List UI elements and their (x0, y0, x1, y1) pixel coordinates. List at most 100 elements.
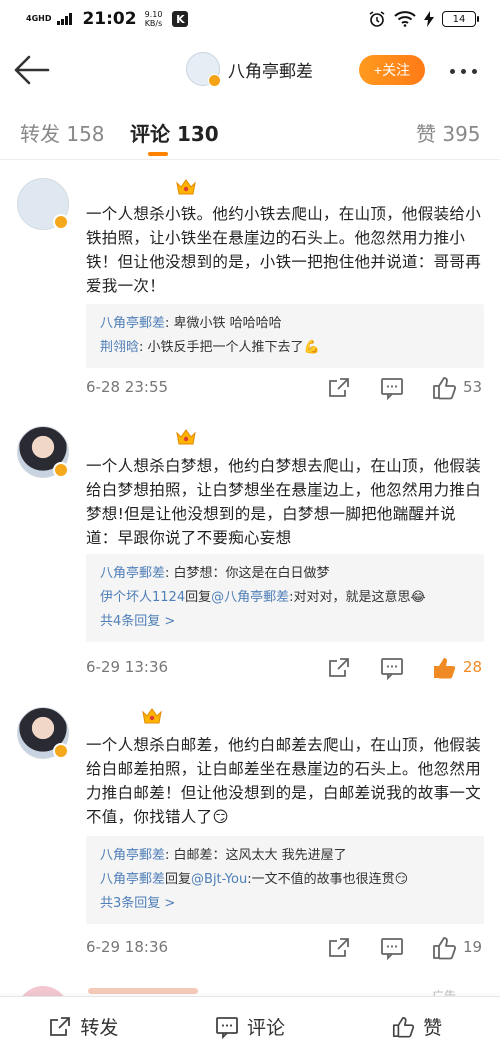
speed-unit: KB/s (144, 19, 163, 28)
nav-avatar[interactable] (186, 52, 221, 87)
comment-text: 一个人想杀白梦想，他约白梦想去爬山，在山顶，他假装给白梦想拍照，让白梦想坐在悬崖… (86, 457, 482, 547)
reply-preview[interactable]: 八角亭郵差: 白邮差：这风太大 我先进屋了 八角亭郵差回复@Bjt-You:一文… (86, 836, 484, 924)
view-replies-link[interactable]: 共4条回复 > (100, 610, 472, 634)
repost-label: 转发 (80, 1017, 119, 1039)
like-button[interactable]: 赞 (333, 997, 500, 1056)
reply-author[interactable]: 八角亭郵差 (100, 316, 165, 331)
reply-text: : 卑微小铁 哈哈哈哈 (165, 316, 282, 331)
wifi-icon (394, 11, 416, 27)
repost-icon (50, 1016, 71, 1036)
nav-bar: 八角亭郵差 +关注 (0, 38, 500, 102)
reply-text: :对对对，就是这意思😂 (289, 590, 426, 605)
tab-comments[interactable]: 评论 130 (130, 118, 219, 147)
like-icon[interactable] (431, 935, 457, 961)
reply-line: 八角亭郵差: 卑微小铁 哈哈哈哈 (100, 312, 472, 336)
bottom-action-bar: 转发 评论 赞 (0, 996, 500, 1056)
tab-bar: 转发 158 评论 130 赞 395 (0, 102, 500, 160)
comment-date: 6-29 18:36 (86, 938, 169, 956)
comment-text: 一个人想杀白邮差，他约白邮差去爬山，在山顶，他假装给白邮差拍照，让白邮差坐在悬崖… (86, 736, 482, 826)
battery-icon: 14 (442, 11, 479, 27)
reply-preview[interactable]: 八角亭郵差: 卑微小铁 哈哈哈哈 荆翎晗: 小铁反手把一个人推下去了💪 (86, 304, 484, 368)
comment-icon[interactable] (380, 936, 404, 960)
vip-crown-icon (176, 429, 196, 445)
network-type: 4GHD (26, 14, 52, 23)
reply-preview[interactable]: 八角亭郵差: 白梦想：你这是在白日做梦 伊个坏人1124回复@八角亭郵差:对对对… (86, 554, 484, 642)
reply-mention[interactable]: @Bjt-You (191, 872, 247, 887)
nav-user[interactable]: 八角亭郵差 (186, 52, 313, 87)
tab-likes-count: 395 (442, 122, 481, 146)
repost-button[interactable]: 转发 (0, 997, 167, 1056)
reply-mention[interactable]: @八角亭郵差 (211, 590, 289, 605)
status-bar: 4GHD 21:02 9.10 KB/s K 14 (0, 0, 500, 38)
comment-icon (216, 1016, 238, 1039)
network-speed: 9.10 KB/s (145, 10, 163, 28)
comment-meta: 6-29 13:36 28 (86, 656, 496, 682)
comment-label: 评论 (247, 1017, 286, 1039)
verified-icon (53, 214, 69, 230)
active-tab-indicator (148, 152, 168, 156)
reply-text: : 小铁反手把一个人推下去了💪 (139, 340, 320, 355)
reply-author[interactable]: 荆翎晗 (100, 340, 139, 355)
comment-icon[interactable] (380, 376, 404, 400)
comment-text: 一个人想杀小铁。他约小铁去爬山，在山顶，他假装给小铁拍照，让小铁坐在悬崖边的石头… (86, 205, 482, 295)
reply-text: 回复 (165, 872, 192, 887)
tab-repost[interactable]: 转发 158 (20, 118, 105, 147)
tab-likes[interactable]: 赞 395 (416, 118, 481, 147)
share-icon[interactable] (327, 936, 351, 960)
like-count: 28 (463, 658, 483, 676)
comment-meta: 6-28 23:55 53 (86, 376, 496, 402)
reply-line: 八角亭郵差回复@Bjt-You:一文不值的故事也很连贯😏 (100, 868, 472, 892)
reply-author[interactable]: 八角亭郵差 (100, 848, 165, 863)
signal-icon (57, 13, 73, 25)
tab-repost-count: 158 (66, 122, 105, 146)
follow-button[interactable]: +关注 (359, 55, 425, 85)
tab-comments-count: 130 (176, 122, 219, 146)
reply-author[interactable]: 伊个坏人1124 (100, 590, 185, 605)
comment-date: 6-29 13:36 (86, 658, 169, 676)
reply-text: : 白梦想：你这是在白日做梦 (165, 566, 330, 581)
speed-value: 9.10 (144, 10, 163, 19)
reply-text: 回复 (185, 590, 212, 605)
nav-username[interactable]: 八角亭郵差 (228, 57, 313, 82)
comment-meta: 6-29 18:36 19 (86, 936, 496, 962)
battery-level: 14 (452, 13, 466, 25)
commenter-avatar[interactable] (17, 707, 69, 759)
tab-repost-label: 转发 (20, 122, 60, 146)
commenter-name-blurred (88, 988, 198, 994)
vip-crown-icon (176, 179, 196, 195)
reply-line: 荆翎晗: 小铁反手把一个人推下去了💪 (100, 336, 472, 360)
verified-icon (53, 462, 69, 478)
reply-line: 八角亭郵差: 白梦想：你这是在白日做梦 (100, 562, 472, 586)
alarm-icon (369, 11, 385, 27)
share-icon[interactable] (327, 656, 351, 680)
tab-comments-label: 评论 (130, 122, 170, 146)
more-icon[interactable] (450, 64, 490, 78)
commenter-avatar[interactable] (17, 426, 69, 478)
reply-text: :一文不值的故事也很连贯😏 (247, 872, 409, 887)
like-count: 53 (463, 378, 483, 396)
clock: 21:02 (82, 9, 137, 29)
comment-date: 6-28 23:55 (86, 378, 169, 396)
verified-icon (53, 743, 69, 759)
like-icon (393, 1016, 415, 1038)
comment-button[interactable]: 评论 (167, 997, 334, 1056)
reply-text: : 白邮差：这风太大 我先进屋了 (165, 848, 347, 863)
app-notification-icon: K (172, 11, 189, 27)
like-label: 赞 (423, 1017, 443, 1039)
share-icon[interactable] (327, 376, 351, 400)
vip-crown-icon (142, 708, 162, 724)
verified-icon (208, 74, 221, 87)
charging-icon (424, 11, 434, 27)
comment-icon[interactable] (380, 656, 404, 680)
commenter-avatar[interactable] (17, 178, 69, 230)
tab-likes-label: 赞 (416, 122, 436, 146)
reply-author[interactable]: 八角亭郵差 (100, 872, 165, 887)
like-icon-active[interactable] (431, 655, 457, 681)
like-count: 19 (463, 938, 483, 956)
reply-author[interactable]: 八角亭郵差 (100, 566, 165, 581)
back-arrow-icon[interactable] (12, 52, 52, 88)
view-replies-link[interactable]: 共3条回复 > (100, 892, 472, 916)
reply-line: 伊个坏人1124回复@八角亭郵差:对对对，就是这意思😂 (100, 586, 472, 610)
reply-line: 八角亭郵差: 白邮差：这风太大 我先进屋了 (100, 844, 472, 868)
like-icon[interactable] (431, 375, 457, 401)
